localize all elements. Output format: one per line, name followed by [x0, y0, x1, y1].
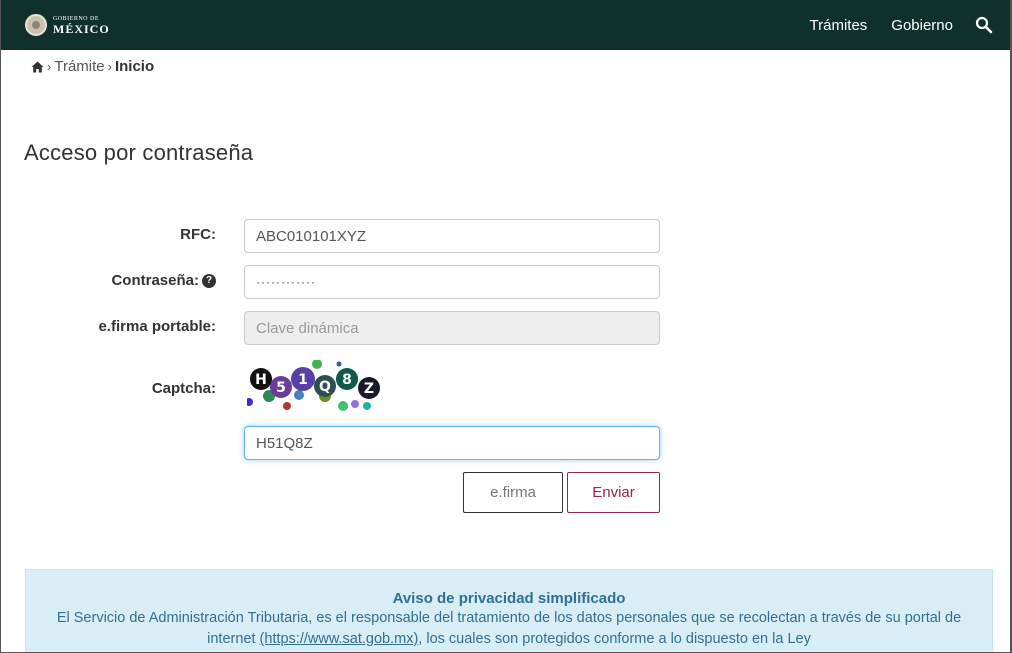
captcha-char: H — [255, 372, 267, 388]
captcha-input[interactable]: H51Q8Z — [244, 426, 660, 460]
privacy-notice-text-end: , los cuales son protegidos conforme a l… — [418, 631, 811, 647]
efirma-button[interactable]: e.firma — [463, 472, 563, 513]
efirma-portable-input: Clave dinámica — [244, 311, 660, 345]
main-nav: Trámites Gobierno — [810, 17, 954, 34]
captcha-char: 8 — [342, 372, 352, 388]
password-label-text: Contraseña: — [111, 272, 199, 289]
coat-of-arms-icon — [25, 14, 47, 36]
enviar-button[interactable]: Enviar — [567, 472, 660, 513]
privacy-notice-title: Aviso de privacidad simplificado — [392, 590, 626, 607]
breadcrumb: › Trámite › Inicio — [31, 58, 154, 75]
efirma-portable-label: e.firma portable: — [98, 318, 216, 335]
nav-link-gobierno[interactable]: Gobierno — [891, 17, 953, 34]
captcha-char: 1 — [298, 372, 308, 388]
page: GOBIERNO DE MÉXICO Trámites Gobierno › T… — [0, 0, 1012, 653]
captcha-image: H 5 1 Q 8 Z — [247, 360, 380, 411]
efirma-portable-label-text: e.firma portable: — [98, 318, 216, 335]
home-icon[interactable] — [31, 61, 44, 73]
page-title: Acceso por contraseña — [24, 140, 254, 165]
privacy-notice-text: El Servicio de Administración Tributaria… — [26, 608, 992, 650]
rfc-input[interactable]: ABC010101XYZ — [244, 219, 660, 253]
privacy-notice: Aviso de privacidad simplificado El Serv… — [25, 569, 993, 652]
efirma-portable-placeholder: Clave dinámica — [256, 319, 359, 337]
gobierno-de-mexico-logo[interactable]: GOBIERNO DE MÉXICO — [25, 12, 110, 38]
password-input[interactable]: ············ — [244, 265, 660, 299]
rfc-label-text: RFC: — [180, 226, 216, 243]
rfc-label: RFC: — [180, 226, 216, 243]
password-input-value: ············ — [256, 275, 316, 289]
breadcrumb-separator-icon: › — [107, 59, 112, 74]
sat-website-link[interactable]: (https://www.sat.gob.mx) — [260, 631, 419, 647]
captcha-label: Captcha: — [152, 380, 216, 397]
breadcrumb-separator-icon: › — [47, 59, 52, 74]
captcha-char: 5 — [276, 380, 286, 396]
captcha-input-value: H51Q8Z — [256, 434, 313, 452]
logo-big-text: MÉXICO — [53, 21, 110, 36]
breadcrumb-inicio: Inicio — [114, 58, 155, 75]
question-circle-icon[interactable]: ? — [202, 273, 216, 288]
top-navbar: GOBIERNO DE MÉXICO Trámites Gobierno — [1, 0, 1010, 50]
logo-small-text: GOBIERNO DE — [53, 15, 99, 22]
captcha-char: Q — [319, 379, 331, 395]
nav-link-tramites[interactable]: Trámites — [810, 17, 868, 34]
password-label: Contraseña: ? — [111, 272, 216, 289]
rfc-input-value: ABC010101XYZ — [256, 227, 367, 245]
breadcrumb-tramite[interactable]: Trámite — [54, 58, 104, 75]
captcha-char: Z — [364, 381, 374, 397]
logo-text: GOBIERNO DE MÉXICO — [53, 16, 110, 35]
search-icon[interactable] — [975, 16, 993, 34]
captcha-label-text: Captcha: — [151, 380, 216, 397]
